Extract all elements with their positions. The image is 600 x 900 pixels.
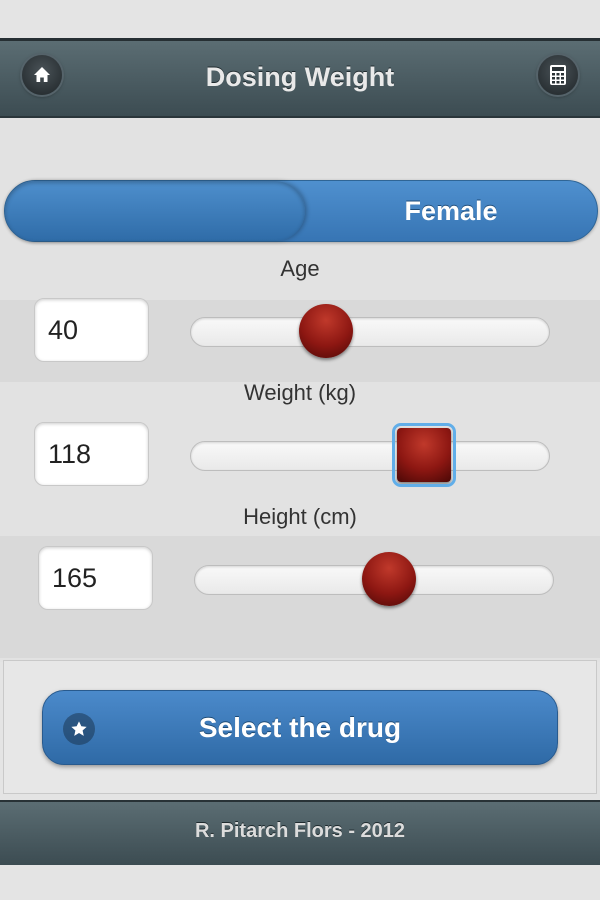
age-input[interactable]: 40: [34, 298, 149, 362]
main-content: Female Age 40 Weight (kg) 118 Height (cm…: [0, 118, 600, 662]
weight-input[interactable]: 118: [34, 422, 149, 486]
weight-label: Weight (kg): [243, 380, 357, 405]
select-drug-label: Select the drug: [198, 712, 402, 743]
footer-text: R. Pitarch Flors - 2012: [194, 820, 406, 842]
height-input[interactable]: 165: [38, 546, 153, 610]
age-slider-track[interactable]: [190, 317, 550, 347]
footer-bar: R. Pitarch Flors - 2012: [0, 800, 600, 865]
height-label: Height (cm): [243, 504, 357, 529]
page-title: Dosing Weight: [205, 62, 395, 92]
calculator-icon: [550, 65, 566, 85]
select-drug-button[interactable]: Select the drug: [42, 690, 558, 765]
age-slider-thumb[interactable]: [299, 304, 353, 358]
header-bar: Dosing Weight: [0, 38, 600, 118]
calculator-button[interactable]: [538, 55, 578, 95]
weight-slider-track[interactable]: [190, 441, 550, 471]
age-label: Age: [280, 256, 320, 281]
sex-toggle[interactable]: Female: [4, 180, 598, 242]
sex-option-left[interactable]: [5, 181, 305, 241]
weight-slider-thumb[interactable]: [392, 423, 456, 487]
sex-option-female[interactable]: Female: [305, 181, 597, 241]
height-slider-thumb[interactable]: [362, 552, 416, 606]
